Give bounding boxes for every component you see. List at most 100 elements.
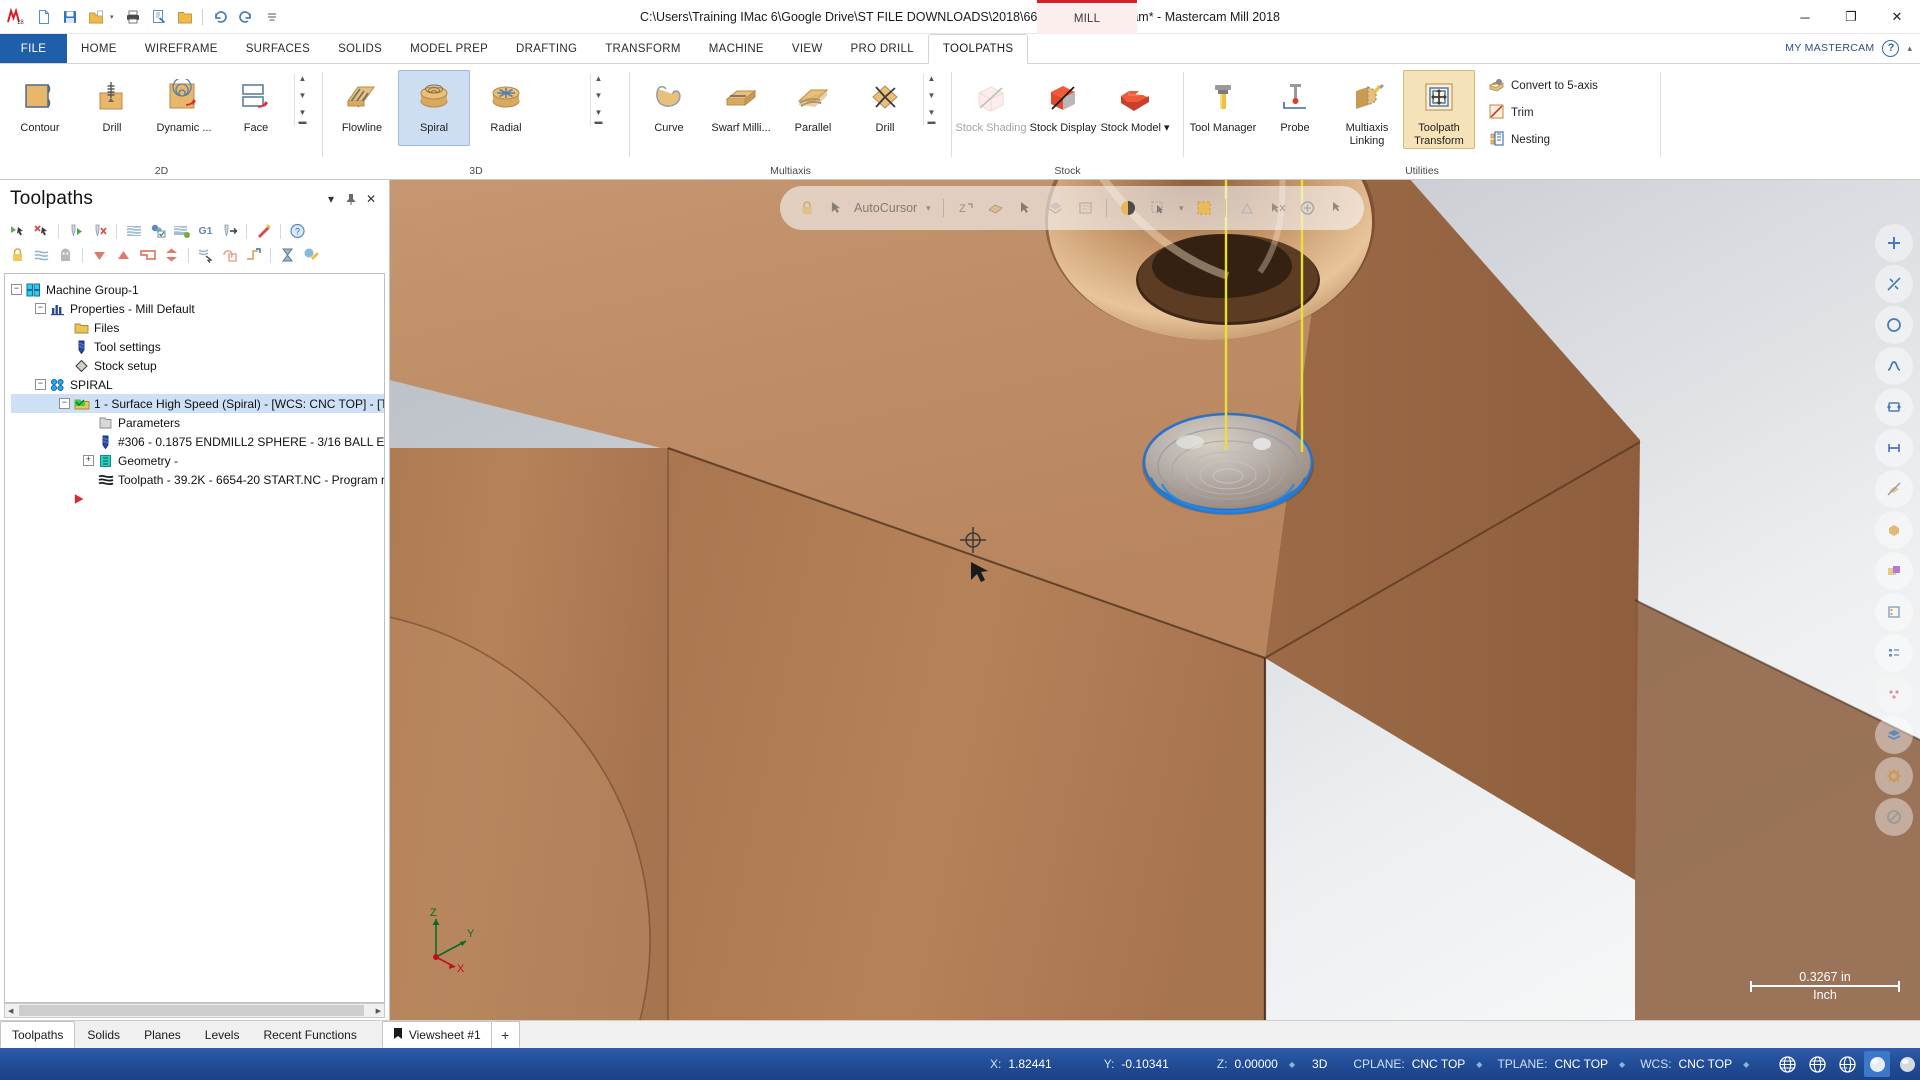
tab-machine[interactable]: MACHINE (695, 34, 778, 64)
tree-expander[interactable]: − (59, 398, 70, 409)
scrollbar-thumb[interactable] (19, 1005, 364, 1016)
close-icon[interactable]: ✕ (361, 189, 381, 209)
zoom-target-icon[interactable] (1875, 265, 1913, 303)
ribbon-gallery-scroll-multiaxis[interactable]: ▲ ▼ ▼ ▬ (923, 74, 939, 126)
ribbon-button-face[interactable]: Face (220, 70, 292, 146)
tree-horizontal-scrollbar[interactable]: ◀ ▶ (4, 1003, 385, 1018)
ribbon-button-convert-5axis[interactable]: Convert to 5-axis (1483, 74, 1603, 98)
tab-solids[interactable]: SOLIDS (324, 34, 396, 64)
tree-expander[interactable]: + (83, 455, 94, 466)
tab-transform[interactable]: TRANSFORM (591, 34, 695, 64)
attributes-icon[interactable] (1072, 195, 1098, 221)
graphics-viewport[interactable]: AutoCursor ▾ Z ▾ Z Y X 0.3267 in Inch (390, 180, 1920, 1020)
coord-z-dropdown-icon[interactable]: ◆ (1286, 1060, 1298, 1069)
tree-expander[interactable]: − (35, 303, 46, 314)
tab-surfaces[interactable]: SURFACES (232, 34, 324, 64)
post-selected-icon[interactable] (218, 221, 241, 242)
help-icon[interactable]: ? (1882, 39, 1900, 57)
select-cursor-icon[interactable] (1012, 195, 1038, 221)
save-icon[interactable] (58, 5, 82, 29)
close-button[interactable]: ✕ (1874, 0, 1920, 34)
undo-select-icon[interactable] (1264, 195, 1290, 221)
gview-hidden-line-icon[interactable] (1804, 1051, 1830, 1077)
tree-node-geometry[interactable]: + Geometry - (11, 451, 384, 470)
ribbon-button-stock-shading[interactable]: Stock Shading (955, 70, 1027, 146)
ribbon-button-parallel[interactable]: Parallel (777, 70, 849, 146)
maximize-button[interactable]: ❐ (1828, 0, 1874, 34)
gview-hidden-dashed-icon[interactable] (1834, 1051, 1860, 1077)
cplane-dropdown-icon[interactable]: ◆ (1473, 1060, 1485, 1069)
points-icon[interactable] (1875, 675, 1913, 713)
my-mastercam-link[interactable]: MY MASTERCAM (1785, 42, 1874, 54)
ribbon-button-swarf-milling[interactable]: Swarf Milli... (705, 70, 777, 146)
save-as-icon[interactable] (84, 5, 108, 29)
tab-planes-panel[interactable]: Planes (132, 1021, 193, 1048)
minimize-button[interactable]: ─ (1782, 0, 1828, 34)
new-icon[interactable] (32, 5, 56, 29)
plane-icon[interactable] (982, 195, 1008, 221)
tree-node-tool-settings[interactable]: Tool settings (11, 337, 384, 356)
no-entry-icon[interactable] (1875, 798, 1913, 836)
toggle-posting-icon[interactable] (30, 245, 53, 266)
tree-node-tool[interactable]: #306 - 0.1875 ENDMILL2 SPHERE - 3/16 BAL… (11, 432, 384, 451)
ribbon-button-stock-display[interactable]: Stock Display (1027, 70, 1099, 146)
unzoom-icon[interactable] (1875, 306, 1913, 344)
customize-icon[interactable] (260, 5, 284, 29)
ribbon-button-multiaxis-drill[interactable]: Drill (849, 70, 921, 146)
save-as-dropdown-icon[interactable]: ▾ (110, 13, 119, 21)
print-icon[interactable] (121, 5, 145, 29)
edit-icon[interactable] (300, 245, 323, 266)
ribbon-button-multiaxis-linking[interactable]: Multiaxis Linking (1331, 70, 1403, 149)
tab-drafting[interactable]: DRAFTING (502, 34, 591, 64)
scroll-down-icon[interactable]: ▼ (295, 91, 310, 100)
status-view-mode[interactable]: 3D (1312, 1057, 1327, 1071)
scroll-down-icon[interactable]: ▼ (591, 91, 606, 100)
add-viewsheet-button[interactable]: + (491, 1021, 520, 1048)
gear-icon[interactable] (1875, 757, 1913, 795)
levels-list-icon[interactable] (1875, 634, 1913, 672)
high-speed-icon[interactable] (252, 221, 275, 242)
level-icon[interactable] (1042, 195, 1068, 221)
copy-icon[interactable] (218, 245, 241, 266)
tree-node-operation-1[interactable]: − 1 - Surface High Speed (Spiral) - [WCS… (11, 394, 384, 413)
pin-icon[interactable] (341, 189, 361, 209)
ribbon-button-radial[interactable]: Radial (470, 70, 542, 146)
ribbon-button-contour[interactable]: Contour (4, 70, 76, 146)
isometric-view-icon[interactable] (1875, 388, 1913, 426)
g1-post-icon[interactable]: G1 (194, 221, 217, 242)
ribbon-collapse-icon[interactable]: ▴ (1907, 43, 1912, 54)
tab-wireframe[interactable]: WIREFRAME (131, 34, 232, 64)
analyze-icon[interactable] (1234, 195, 1260, 221)
ribbon-button-flowline[interactable]: Flowline (326, 70, 398, 146)
status-cplane[interactable]: CPLANE: CNC TOP (1353, 1057, 1465, 1071)
tree-expander[interactable]: − (35, 379, 46, 390)
viewsheet-tab-1[interactable]: Viewsheet #1 (381, 1021, 492, 1048)
redo-icon[interactable] (234, 5, 258, 29)
help-icon[interactable]: ? (286, 221, 309, 242)
lock-icon[interactable] (6, 245, 29, 266)
hourglass-icon[interactable] (276, 245, 299, 266)
simulate-toolpath-icon[interactable] (122, 221, 145, 242)
undo-icon[interactable] (208, 5, 232, 29)
ribbon-gallery-scroll-2d[interactable]: ▲ ▼ ▼ ▬ (294, 74, 310, 126)
scroll-expand-icon[interactable]: ▼ ▬ (591, 108, 606, 126)
scroll-up-icon[interactable]: ▲ (295, 74, 310, 83)
gview-shaded-icon[interactable] (1864, 1051, 1891, 1077)
scroll-expand-icon[interactable]: ▼ ▬ (924, 108, 939, 126)
panel-dropdown-icon[interactable]: ▾ (321, 189, 341, 209)
status-wcs[interactable]: WCS: CNC TOP (1640, 1057, 1732, 1071)
tree-node-files[interactable]: Files (11, 318, 384, 337)
sort-icon[interactable] (160, 245, 183, 266)
scroll-expand-icon[interactable]: ▼ ▬ (295, 108, 310, 126)
tab-recent-functions-panel[interactable]: Recent Functions (251, 1021, 368, 1048)
ribbon-button-spiral[interactable]: Spiral (398, 70, 470, 146)
ribbon-button-tool-manager[interactable]: Tool Manager (1187, 70, 1259, 146)
context-tab-mill[interactable]: MILL (1037, 0, 1137, 34)
toolpaths-tree[interactable]: − Machine Group-1 − Properties - Mill De… (4, 273, 385, 1003)
scroll-left-icon[interactable]: ◀ (8, 1007, 13, 1015)
toolpath-group-icon[interactable] (136, 245, 159, 266)
dynamic-rotate-icon[interactable] (1875, 347, 1913, 385)
deselect-all-icon[interactable] (30, 221, 53, 242)
tree-node-spiral-group[interactable]: − SPIRAL (11, 375, 384, 394)
ribbon-button-curve[interactable]: Curve (633, 70, 705, 146)
